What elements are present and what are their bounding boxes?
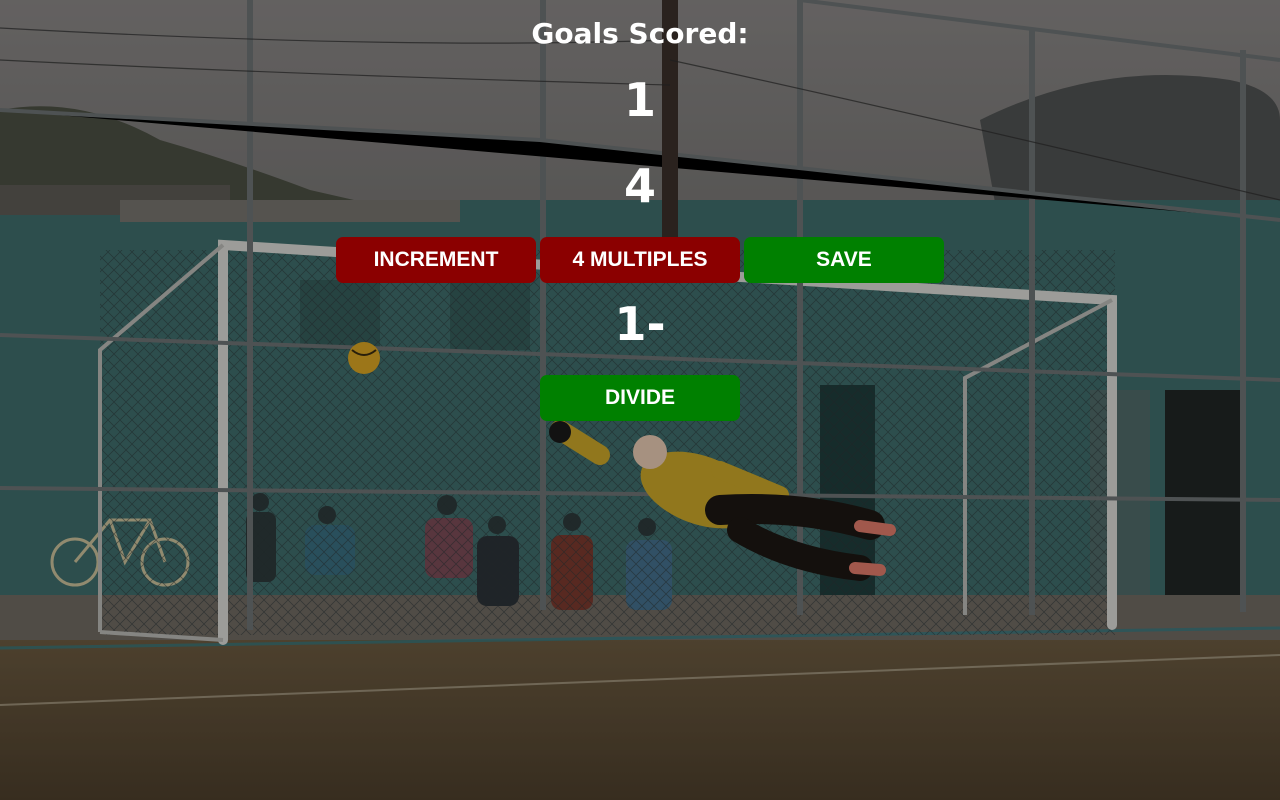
saved-entries: 1- — [614, 297, 666, 351]
save-button[interactable]: SAVE — [744, 237, 944, 283]
page-title: Goals Scored: — [531, 17, 749, 50]
increment-button[interactable]: INCREMENT — [336, 237, 536, 283]
multiple-value: 4 — [623, 159, 656, 213]
divide-button[interactable]: DIVIDE — [540, 375, 740, 421]
multiples-button[interactable]: 4 MULTIPLES — [540, 237, 740, 283]
app-root: Goals Scored: 1 4 INCREMENT 4 MULTIPLES … — [0, 0, 1280, 800]
goal-count-value: 1 — [623, 73, 656, 127]
